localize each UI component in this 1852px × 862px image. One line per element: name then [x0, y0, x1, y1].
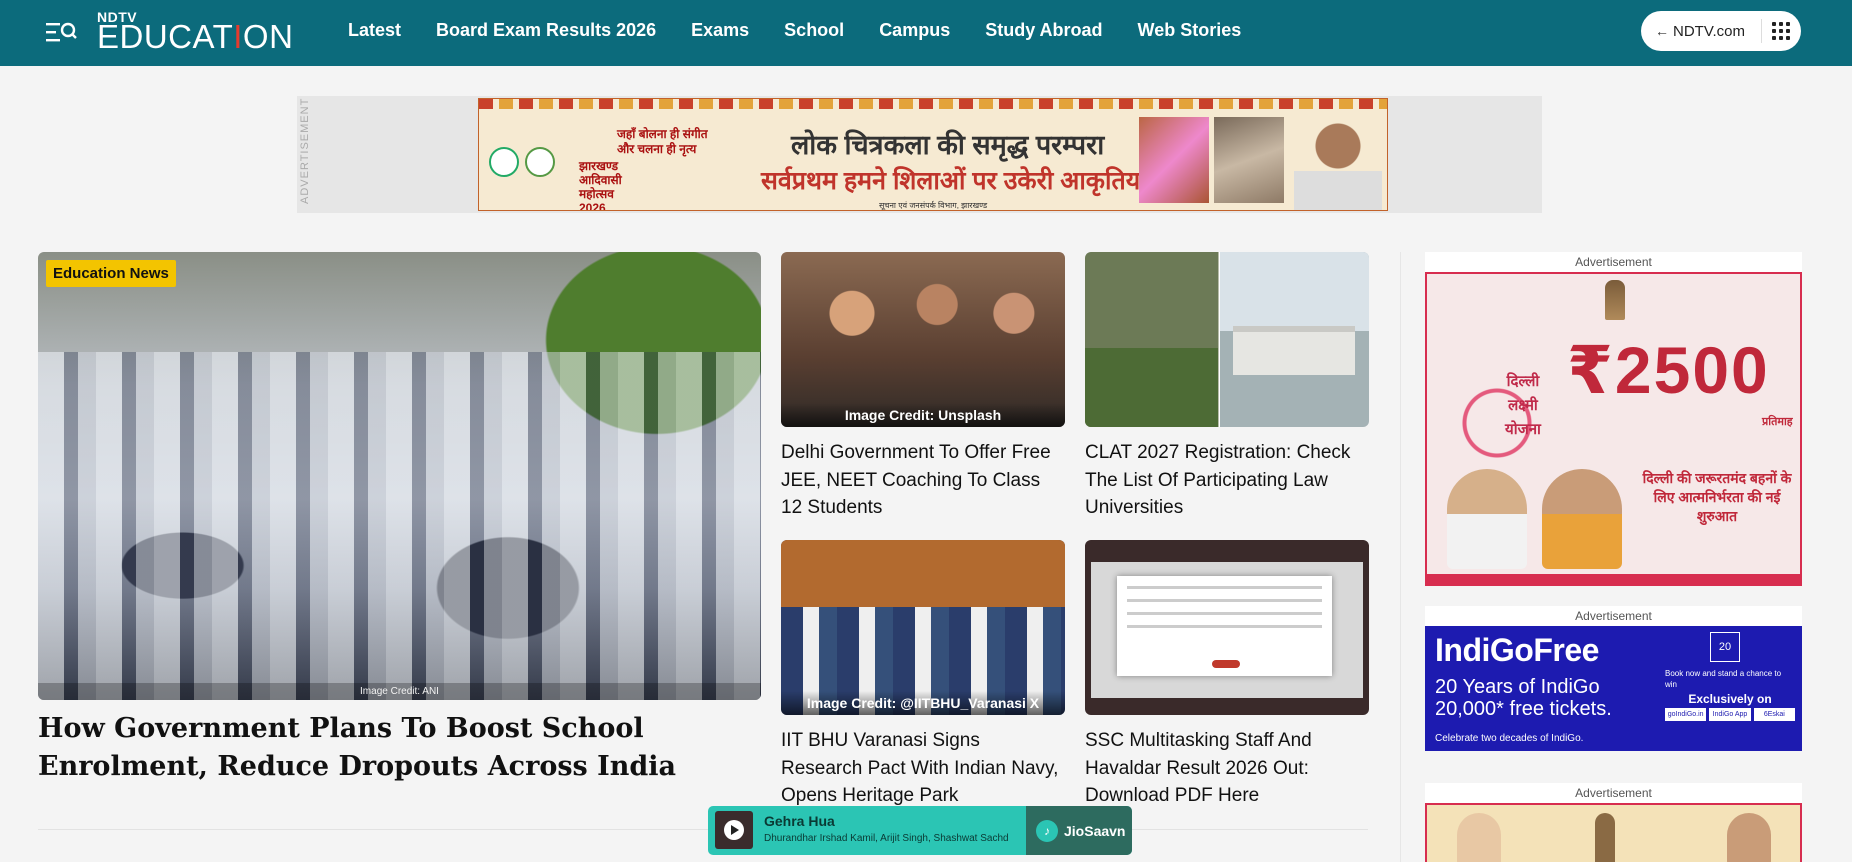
category-tag[interactable]: Education News [46, 260, 176, 287]
story-card-image-3[interactable]: Image Credit: @IITBHU_Varanasi X [781, 540, 1065, 715]
leader-photo [1727, 813, 1771, 862]
gov-ad-3[interactable] [1425, 803, 1802, 862]
ndtv-link[interactable]: NDTV.com [1671, 23, 1745, 40]
delhi-lakshmi-yojana-ad[interactable]: दिल्ली लक्ष्मी योजना ₹2500 प्रतिमाह दिल्… [1425, 272, 1802, 586]
painting-image-1 [1139, 117, 1209, 203]
nav-latest[interactable]: Latest [348, 20, 401, 41]
campus-lawn [1085, 348, 1219, 427]
sidebar-ad-1: Advertisement दिल्ली लक्ष्मी योजना ₹2500… [1425, 252, 1802, 586]
story-card-title-4[interactable]: SSC Multitasking Staff And Havaldar Resu… [1085, 727, 1369, 810]
per-month-label: प्रतिमाह [1762, 416, 1793, 428]
chief-minister-photo [1294, 111, 1382, 210]
jiosaavn-brand[interactable]: ♪ JioSaavn [1026, 806, 1132, 855]
sky [1219, 252, 1369, 331]
banner-headline-2: सर्वप्रथम हमने शिलाओं पर उकेरी आकृतियां [761, 167, 1147, 195]
jiosaavn-player[interactable]: Gehra Hua Dhurandhar Irshad Kamil, Ariji… [708, 806, 1132, 855]
rock-art-image [1214, 117, 1284, 203]
apps-grid-icon[interactable] [1772, 22, 1790, 40]
image-credit: Image Credit: Unsplash [781, 403, 1065, 427]
booking-channels: goIndiGo.in IndiGo App 6Eskai [1665, 708, 1795, 721]
story-card-image-2[interactable] [1085, 252, 1369, 427]
pill-divider [1761, 19, 1762, 43]
result-modal [1117, 576, 1332, 676]
scheme-name: दिल्ली लक्ष्मी योजना [1505, 373, 1541, 438]
feature-story-title[interactable]: How Government Plans To Boost School Enr… [38, 710, 761, 786]
indigo-free-ad[interactable]: IndiGoFree 20 Years of IndiGo 20,000* fr… [1425, 626, 1802, 751]
channel-chip: IndiGo App [1709, 708, 1751, 721]
indigo-subtitle: 20 Years of IndiGo 20,000* free tickets. [1435, 676, 1612, 720]
arrow-left-icon[interactable]: ← [1641, 23, 1671, 39]
scheme-amount: ₹2500 [1567, 333, 1770, 407]
wooden-backdrop [781, 540, 1065, 607]
sidebar-divider [1400, 252, 1401, 862]
leader-photo-2 [1542, 469, 1622, 569]
students-crowd [38, 352, 761, 700]
ad-footer-bar [1427, 574, 1800, 584]
nav-campus[interactable]: Campus [879, 20, 950, 41]
play-icon[interactable] [724, 820, 744, 840]
song-title: Gehra Hua [764, 813, 835, 829]
channel-chip: 6Eskai [1753, 708, 1795, 721]
nav-board-exam-results[interactable]: Board Exam Results 2026 [436, 20, 656, 41]
nav-school[interactable]: School [784, 20, 844, 41]
advertisement-label: Advertisement [1575, 609, 1652, 623]
jiosaavn-logo-icon: ♪ [1036, 819, 1058, 842]
main-nav: Latest Board Exam Results 2026 Exams Sch… [348, 20, 1241, 41]
site-header: NDTV EDUCATION Latest Board Exam Results… [0, 0, 1852, 66]
scheme-tagline: दिल्ली की जरूरतमंद बहनों के लिए आत्मनिर्… [1642, 470, 1792, 524]
site-logo[interactable]: NDTV EDUCATION [97, 10, 294, 55]
advertisement-label: ADVERTISEMENT [299, 97, 311, 204]
logo-education: EDUCATION [97, 18, 294, 55]
ndtv-link-pill: ← NDTV.com [1641, 11, 1801, 51]
advertisement-label: Advertisement [1575, 786, 1652, 800]
feature-story-image[interactable]: Education News Image Credit: ANI [38, 252, 761, 700]
anniversary-badge: 20 [1710, 632, 1740, 662]
sidebar-ad-3: Advertisement [1425, 783, 1802, 862]
channel-chip: goIndiGo.in [1665, 708, 1707, 721]
banner-footer: सूचना एवं जनसंपर्क विभाग, झारखण्ड [879, 201, 988, 210]
tribal-emblem-icon [525, 147, 555, 177]
national-emblem-icon [1595, 813, 1615, 862]
image-credit: Image Credit: ANI [38, 683, 761, 700]
brand-label: JioSaavn [1064, 822, 1126, 839]
banner-tagline: जहाँ बोलना ही संगीत और चलना ही नृत्य [617, 127, 708, 156]
indigo-side-text: Book now and stand a chance to win Exclu… [1665, 668, 1795, 721]
menu-search-icon[interactable] [44, 20, 78, 44]
gov-seal-icon [489, 147, 519, 177]
festival-name: झारखण्ड आदिवासी महोत्सव 2026 [579, 159, 622, 211]
university-building [1232, 325, 1355, 375]
adivasi-festival-banner[interactable]: जहाँ बोलना ही संगीत और चलना ही नृत्य झार… [478, 98, 1388, 211]
leader-photo [1457, 813, 1501, 862]
indigo-footer: Celebrate two decades of IndiGo. [1435, 733, 1584, 744]
banner-headline-1: लोक चित्रकला की समृद्ध परम्परा [791, 130, 1105, 160]
section-divider [38, 829, 1368, 830]
leader-photo-1 [1447, 469, 1527, 569]
exclusive-label: Exclusively on [1688, 692, 1772, 706]
song-artists: Dhurandhar Irshad Kamil, Arijit Singh, S… [764, 833, 1008, 844]
indigo-cta-text: Book now and stand a chance to win [1665, 669, 1782, 689]
image-credit: Image Credit: @IITBHU_Varanasi X [781, 691, 1065, 715]
story-card-title-3[interactable]: IIT BHU Varanasi Signs Research Pact Wit… [781, 727, 1065, 810]
story-card-title-2[interactable]: CLAT 2027 Registration: Check The List O… [1085, 439, 1369, 522]
sidebar-ad-2: Advertisement IndiGoFree 20 Years of Ind… [1425, 606, 1802, 751]
story-card-image-4[interactable] [1085, 540, 1369, 715]
nav-exams[interactable]: Exams [691, 20, 749, 41]
national-emblem-icon [1605, 280, 1625, 320]
nav-study-abroad[interactable]: Study Abroad [985, 20, 1102, 41]
story-card-title-1[interactable]: Delhi Government To Offer Free JEE, NEET… [781, 439, 1065, 522]
indigo-title: IndiGoFree [1435, 632, 1599, 668]
bunting-decoration [479, 99, 1387, 109]
advertisement-label: Advertisement [1575, 255, 1652, 269]
story-card-image-1[interactable]: Image Credit: Unsplash [781, 252, 1065, 427]
top-advertisement: ADVERTISEMENT जहाँ बोलना ही संगीत और चलन… [297, 96, 1542, 213]
nav-web-stories[interactable]: Web Stories [1138, 20, 1242, 41]
